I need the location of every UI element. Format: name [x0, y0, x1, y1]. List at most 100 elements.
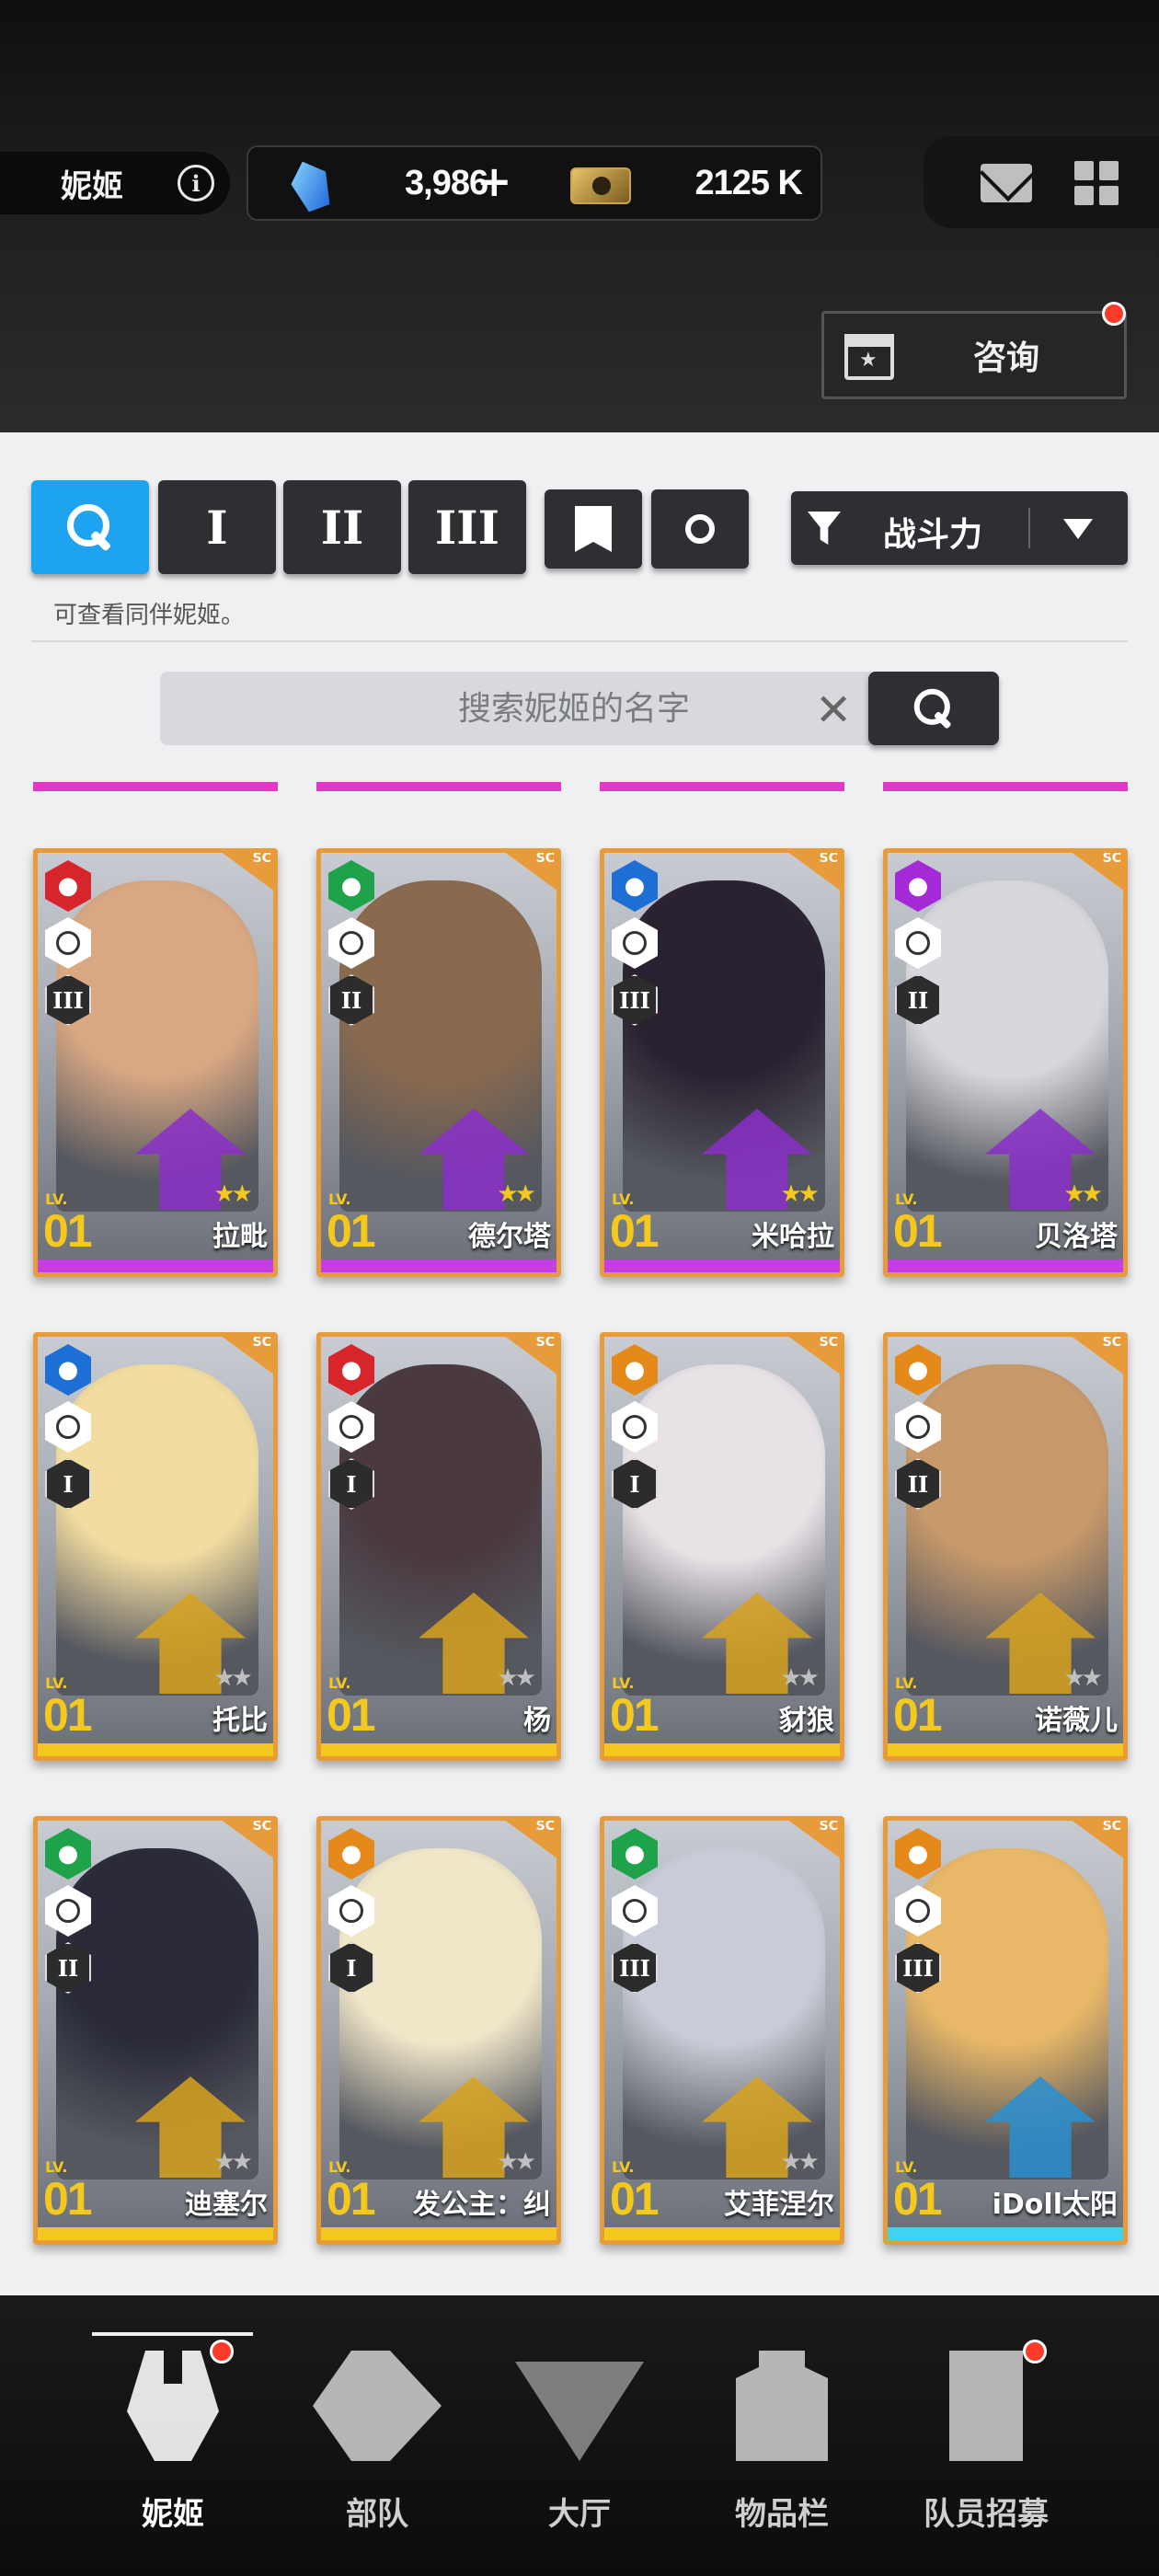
filter-circle-button[interactable] — [651, 489, 749, 569]
nav-item-nikke[interactable]: 妮姬 — [81, 2340, 265, 2562]
nav-label: 大厅 — [548, 2496, 611, 2533]
filter-favorite-button[interactable] — [545, 489, 642, 569]
nikke-card[interactable]: SC ● III ★★ LV. 01 拉毗 — [33, 848, 278, 1277]
sort-dropdown[interactable]: 战斗力 — [791, 491, 1128, 565]
level-value: 01 — [893, 2173, 943, 2225]
menu-grid-icon[interactable] — [1074, 161, 1119, 205]
sort-label: 战斗力 — [883, 516, 983, 554]
filter-search-button[interactable] — [31, 480, 149, 574]
star-rating: ★★ — [213, 2148, 253, 2176]
sc-tag: SC — [786, 1821, 840, 1859]
level-value: 01 — [610, 1689, 660, 1741]
rarity-bar — [604, 1743, 840, 1756]
recruit-icon — [949, 2351, 1023, 2461]
iron-icon: ● — [895, 1828, 941, 1880]
rarity-bar — [888, 2227, 1123, 2240]
star-rating: ★★ — [213, 1664, 253, 1692]
iron-icon: ● — [328, 1828, 374, 1880]
fire-icon: ● — [328, 1344, 374, 1396]
rarity-bar — [321, 1259, 557, 1272]
bottom-nav: 妮姬 部队 大厅 物品栏 队员招募 — [0, 2295, 1159, 2576]
sort-divider — [1028, 508, 1030, 548]
level-value: 01 — [893, 1689, 943, 1741]
character-name: 迪塞尔 — [185, 2189, 268, 2221]
nikke-card[interactable]: SC ● III ★★ LV. 01 米哈拉 — [600, 848, 844, 1277]
character-name: 托比 — [212, 1705, 268, 1737]
rarity-bar — [604, 1259, 840, 1272]
star-rating: ★★ — [213, 1180, 253, 1208]
water-icon: ● — [45, 1344, 91, 1396]
sc-tag: SC — [786, 1337, 840, 1375]
search-input[interactable] — [160, 672, 878, 745]
sc-tag: SC — [1070, 1337, 1123, 1375]
nikke-card[interactable]: SC ● II ★★ LV. 01 诺薇儿 — [883, 1332, 1128, 1761]
sc-tag: SC — [786, 853, 840, 891]
level-value: 01 — [610, 1205, 660, 1257]
sc-tag: SC — [220, 853, 273, 891]
nikke-card[interactable]: SC ● I ★★ LV. 01 杨 — [316, 1332, 561, 1761]
filter-burst-2-button[interactable]: II — [283, 480, 401, 574]
clear-icon[interactable]: ✕ — [815, 684, 852, 736]
nav-label: 妮姬 — [142, 2496, 204, 2533]
nav-item-recruit[interactable]: 队员招募 — [894, 2340, 1078, 2562]
nav-item-squad[interactable]: 部队 — [285, 2351, 469, 2562]
level-value: 01 — [610, 2173, 660, 2225]
currency-bar: 3,986 + 2125 K — [247, 145, 822, 221]
star-rating: ★★ — [497, 2148, 536, 2176]
nav-item-inventory[interactable]: 物品栏 — [690, 2351, 874, 2562]
sc-tag: SC — [503, 853, 557, 891]
squad-icon — [313, 2351, 442, 2461]
nikke-card[interactable]: SC ● I ★★ LV. 01 发公主：纠 — [316, 1816, 561, 2245]
nikke-card[interactable]: SC ● II ★★ LV. 01 贝洛塔 — [883, 848, 1128, 1277]
search-button[interactable] — [868, 672, 999, 745]
iron-icon: ● — [612, 1344, 658, 1396]
consult-button[interactable]: 咨询 — [821, 311, 1127, 399]
calendar-icon — [844, 334, 894, 380]
wind-icon: ● — [612, 1828, 658, 1880]
character-name: 贝洛塔 — [1035, 1221, 1118, 1253]
bookmark-icon — [575, 506, 612, 552]
rarity-bar — [888, 1743, 1123, 1756]
add-gem-button[interactable]: + — [476, 156, 512, 206]
player-tag[interactable]: 妮姬 i — [0, 152, 230, 214]
nikke-card[interactable]: SC ● I ★★ LV. 01 托比 — [33, 1332, 278, 1761]
nikke-card[interactable]: SC ● I ★★ LV. 01 豺狼 — [600, 1332, 844, 1761]
star-rating: ★★ — [780, 1180, 820, 1208]
hint-text: 可查看同伴妮姬。 — [53, 602, 246, 629]
fire-icon: ● — [45, 860, 91, 912]
character-name: 杨 — [523, 1705, 551, 1737]
nav-label: 队员招募 — [924, 2496, 1049, 2533]
recruit-notification-dot — [1023, 2340, 1047, 2363]
lobby-icon — [515, 2362, 644, 2461]
scroll-edge-strip — [316, 782, 561, 791]
filter-burst-1-button[interactable]: I — [158, 480, 276, 574]
nav-label: 物品栏 — [735, 2496, 829, 2533]
iron-icon: ● — [895, 1344, 941, 1396]
credit-icon — [570, 167, 631, 204]
nikke-card[interactable]: SC ● III ★★ LV. 01 艾菲涅尔 — [600, 1816, 844, 2245]
scroll-edge-strip — [600, 782, 844, 791]
star-rating: ★★ — [780, 1664, 820, 1692]
star-rating: ★★ — [1063, 1180, 1103, 1208]
nikke-card[interactable]: SC ● II ★★ LV. 01 德尔塔 — [316, 848, 561, 1277]
nikke-card[interactable]: SC ● III LV. 01 iDoll太阳 — [883, 1816, 1128, 2245]
rarity-bar — [38, 1743, 273, 1756]
circle-icon — [685, 514, 715, 544]
level-value: 01 — [893, 1205, 943, 1257]
character-name: 豺狼 — [779, 1705, 834, 1737]
scroll-edge-strip — [883, 782, 1128, 791]
character-name: 米哈拉 — [752, 1221, 834, 1253]
character-name: iDoll太阳 — [992, 2189, 1118, 2221]
character-name: 诺薇儿 — [1035, 1705, 1118, 1737]
mail-icon[interactable] — [981, 164, 1032, 202]
character-name: 德尔塔 — [468, 1221, 551, 1253]
nikke-card[interactable]: SC ● II ★★ LV. 01 迪塞尔 — [33, 1816, 278, 2245]
rarity-bar — [321, 1743, 557, 1756]
character-name: 艾菲涅尔 — [724, 2189, 834, 2221]
star-rating: ★★ — [780, 2148, 820, 2176]
nav-item-lobby[interactable]: 大厅 — [488, 2351, 671, 2562]
info-icon[interactable]: i — [178, 165, 214, 201]
filter-burst-3-button[interactable]: III — [408, 480, 526, 574]
level-value: 01 — [327, 1205, 376, 1257]
nikke-notification-dot — [210, 2340, 234, 2363]
